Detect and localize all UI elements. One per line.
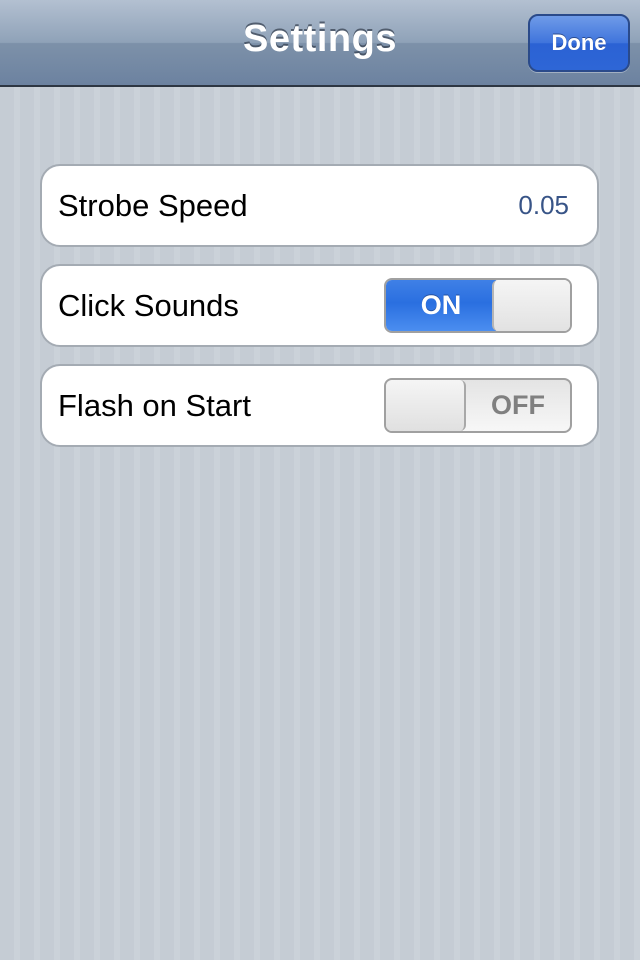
done-button[interactable]: Done <box>528 14 630 72</box>
click-sounds-label: Click Sounds <box>58 288 239 323</box>
strobe-speed-row[interactable]: Strobe Speed 0.05 <box>40 164 599 247</box>
toggle-knob[interactable] <box>492 280 570 331</box>
flash-on-start-row: Flash on Start OFF <box>40 364 599 447</box>
strobe-speed-value: 0.05 <box>518 190 569 220</box>
toggle-knob[interactable] <box>386 380 466 431</box>
flash-on-start-toggle[interactable]: OFF <box>384 378 572 433</box>
click-sounds-toggle[interactable]: ON <box>384 278 572 333</box>
navigation-bar: Settings Done <box>0 0 640 87</box>
toggle-state-label: ON <box>386 280 496 331</box>
click-sounds-row: Click Sounds ON <box>40 264 599 347</box>
toggle-state-label: OFF <box>491 390 545 420</box>
strobe-speed-label: Strobe Speed <box>58 188 248 223</box>
flash-on-start-label: Flash on Start <box>58 388 251 423</box>
